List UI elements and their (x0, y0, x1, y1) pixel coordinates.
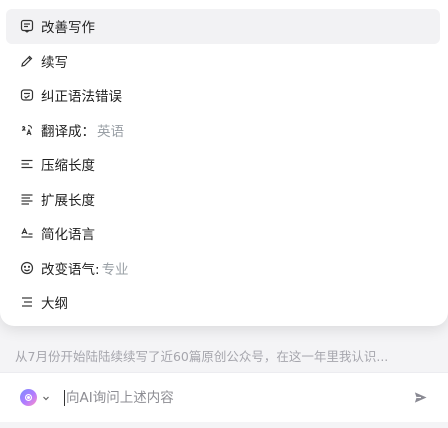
pencil-icon (20, 54, 34, 68)
smiley-icon (20, 261, 34, 275)
menu-item-label: 简化语言 (41, 227, 95, 244)
chevron-down-icon (43, 396, 49, 400)
menu-item-label: 改善写作 (41, 20, 95, 37)
menu-item-label: 压缩长度 (41, 158, 95, 175)
spellcheck-icon (20, 88, 34, 102)
menu-item-label: 续写 (41, 54, 68, 71)
ai-action-menu: 改善写作 续写 纠正语法错误 翻译成： 英语 压缩长度 扩展长度 简化语言 改变… (0, 0, 448, 326)
ai-logo-icon (20, 389, 37, 406)
menu-item-value: 专业 (101, 261, 129, 278)
menu-item-outline[interactable]: 大纲 (6, 285, 440, 320)
selected-text-preview: 从7月份开始陆陆续续写了近60篇原创公众号，在这一年里我认识... (15, 349, 389, 364)
menu-item-fix-grammar[interactable]: 纠正语法错误 (6, 78, 440, 113)
send-icon (414, 391, 427, 403)
menu-item-label: 扩展长度 (41, 192, 95, 209)
menu-item-label: 纠正语法错误 (41, 89, 122, 106)
menu-item-shorten[interactable]: 压缩长度 (6, 147, 440, 182)
model-picker-button[interactable] (20, 387, 50, 409)
compress-lines-icon (20, 157, 34, 171)
send-button[interactable] (412, 389, 428, 405)
menu-item-improve-writing[interactable]: 改善写作 (6, 9, 440, 44)
menu-item-change-tone[interactable]: 改变语气: 专业 (6, 251, 440, 286)
menu-item-label: 翻译成： (41, 123, 95, 140)
expand-lines-icon (20, 192, 34, 206)
outline-icon (20, 295, 34, 309)
ai-input-bar (0, 372, 448, 422)
ai-prompt-input[interactable] (64, 389, 394, 406)
menu-item-continue-writing[interactable]: 续写 (6, 44, 440, 79)
menu-item-translate[interactable]: 翻译成： 英语 (6, 113, 440, 148)
menu-item-value: 英语 (97, 123, 124, 140)
edit-doc-icon (20, 19, 34, 33)
simplify-icon (20, 226, 34, 240)
translate-icon (20, 123, 34, 137)
menu-item-lengthen[interactable]: 扩展长度 (6, 182, 440, 217)
menu-item-label: 改变语气: (41, 261, 100, 278)
menu-item-simplify[interactable]: 简化语言 (6, 216, 440, 251)
menu-item-label: 大纲 (41, 296, 68, 313)
